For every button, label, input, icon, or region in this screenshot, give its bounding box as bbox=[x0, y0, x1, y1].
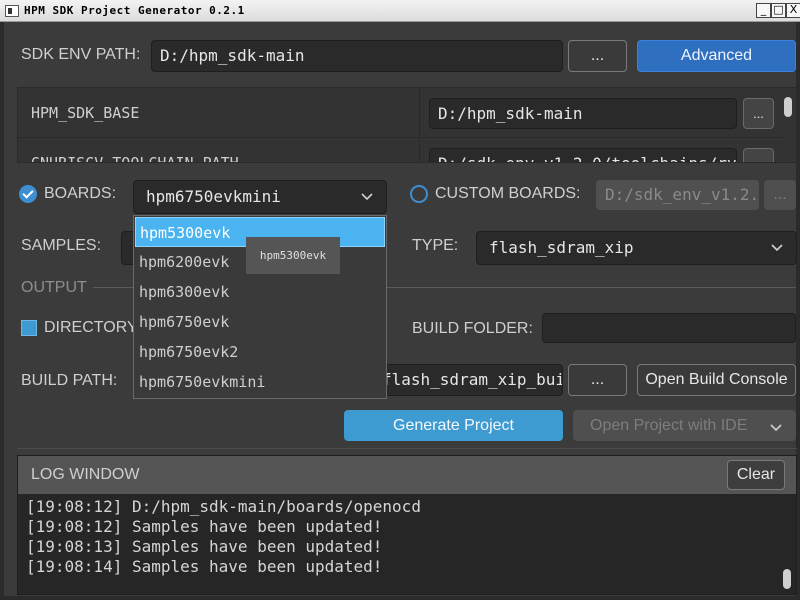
clear-log-button[interactable]: Clear bbox=[727, 460, 785, 490]
log-line: [19:08:12] D:/hpm_sdk-main/boards/openoc… bbox=[26, 497, 421, 516]
boards-label: BOARDS: bbox=[44, 185, 117, 202]
log-line: [19:08:13] Samples have been updated! bbox=[26, 537, 383, 556]
log-divider bbox=[17, 448, 797, 449]
dropdown-item[interactable]: hpm6750evkmini bbox=[135, 367, 385, 397]
log-window: LOG WINDOW Clear [19:08:12] D:/hpm_sdk-m… bbox=[17, 455, 797, 595]
app-icon bbox=[5, 5, 19, 17]
open-project-ide-label: Open Project with IDE bbox=[590, 417, 748, 434]
custom-boards-label: CUSTOM BOARDS: bbox=[435, 185, 581, 202]
chevron-down-icon bbox=[770, 424, 782, 432]
dropdown-item[interactable]: hpm6750evk bbox=[135, 307, 385, 337]
table-row: HPM_SDK_BASE D:/hpm_sdk-main ... bbox=[18, 88, 784, 138]
chevron-down-icon bbox=[361, 193, 373, 201]
log-scrollbar[interactable] bbox=[783, 569, 791, 589]
output-section-label: OUTPUT bbox=[21, 279, 87, 296]
generate-project-button[interactable]: Generate Project bbox=[344, 410, 563, 441]
boards-select[interactable]: hpm6750evkmini bbox=[133, 180, 387, 214]
log-line: [19:08:14] Samples have been updated! bbox=[26, 557, 383, 576]
dropdown-tooltip: hpm5300evk bbox=[246, 237, 340, 274]
env-value-field[interactable]: D:/sdk_env_v1.2.0/toolchains/rv32 bbox=[429, 148, 737, 162]
type-selected-value: flash_sdram_xip bbox=[489, 238, 634, 257]
env-browse-button[interactable]: ... bbox=[743, 148, 774, 162]
samples-label: SAMPLES: bbox=[21, 237, 102, 254]
title-bar: HPM SDK Project Generator 0.2.1 _ □ X bbox=[0, 0, 800, 22]
build-path-label: BUILD PATH: bbox=[21, 372, 118, 389]
directory-label: DIRECTORY bbox=[44, 319, 138, 336]
dropdown-item[interactable]: hpm6750evk2 bbox=[135, 337, 385, 367]
log-title: LOG WINDOW bbox=[31, 466, 140, 483]
directory-checkbox[interactable] bbox=[21, 320, 37, 336]
env-key: GNURISCV_TOOLCHAIN_PATH bbox=[18, 138, 420, 162]
env-key: HPM_SDK_BASE bbox=[18, 88, 420, 137]
chevron-down-icon bbox=[771, 244, 783, 252]
build-path-browse-button[interactable]: ... bbox=[568, 364, 627, 396]
custom-boards-browse-button[interactable]: ... bbox=[764, 180, 796, 210]
boards-radio[interactable] bbox=[19, 185, 37, 203]
dropdown-item[interactable]: hpm6300evk bbox=[135, 277, 385, 307]
boards-selected-value: hpm6750evkmini bbox=[146, 187, 281, 206]
open-project-ide-button[interactable]: Open Project with IDE bbox=[573, 410, 796, 441]
close-button[interactable]: X bbox=[786, 3, 800, 18]
log-line: [19:08:12] Samples have been updated! bbox=[26, 517, 383, 536]
minimize-button[interactable]: _ bbox=[756, 3, 771, 18]
custom-boards-radio[interactable] bbox=[410, 185, 428, 203]
sdk-env-browse-button[interactable]: ... bbox=[568, 40, 627, 72]
sdk-env-path-field[interactable]: D:/hpm_sdk-main bbox=[151, 40, 563, 72]
build-path-field[interactable]: flash_sdram_xip_build bbox=[377, 364, 563, 396]
build-folder-label: BUILD FOLDER: bbox=[412, 320, 533, 337]
build-folder-field[interactable] bbox=[542, 313, 796, 343]
open-build-console-button[interactable]: Open Build Console bbox=[637, 364, 796, 396]
env-browse-button[interactable]: ... bbox=[743, 98, 774, 129]
env-table-scrollbar[interactable] bbox=[784, 97, 792, 117]
env-variables-table: HPM_SDK_BASE D:/hpm_sdk-main ... GNURISC… bbox=[17, 87, 797, 163]
window-title: HPM SDK Project Generator 0.2.1 bbox=[24, 4, 245, 17]
custom-boards-field[interactable]: D:/sdk_env_v1.2.0 bbox=[596, 180, 759, 210]
log-header: LOG WINDOW Clear bbox=[18, 456, 796, 494]
env-value-field[interactable]: D:/hpm_sdk-main bbox=[429, 98, 737, 129]
type-label: TYPE: bbox=[412, 237, 459, 254]
type-select[interactable]: flash_sdram_xip bbox=[476, 231, 797, 265]
advanced-button[interactable]: Advanced bbox=[637, 40, 796, 72]
sdk-env-path-label: SDK ENV PATH: bbox=[21, 46, 141, 63]
maximize-button[interactable]: □ bbox=[771, 3, 786, 18]
table-row: GNURISCV_TOOLCHAIN_PATH D:/sdk_env_v1.2.… bbox=[18, 138, 784, 162]
